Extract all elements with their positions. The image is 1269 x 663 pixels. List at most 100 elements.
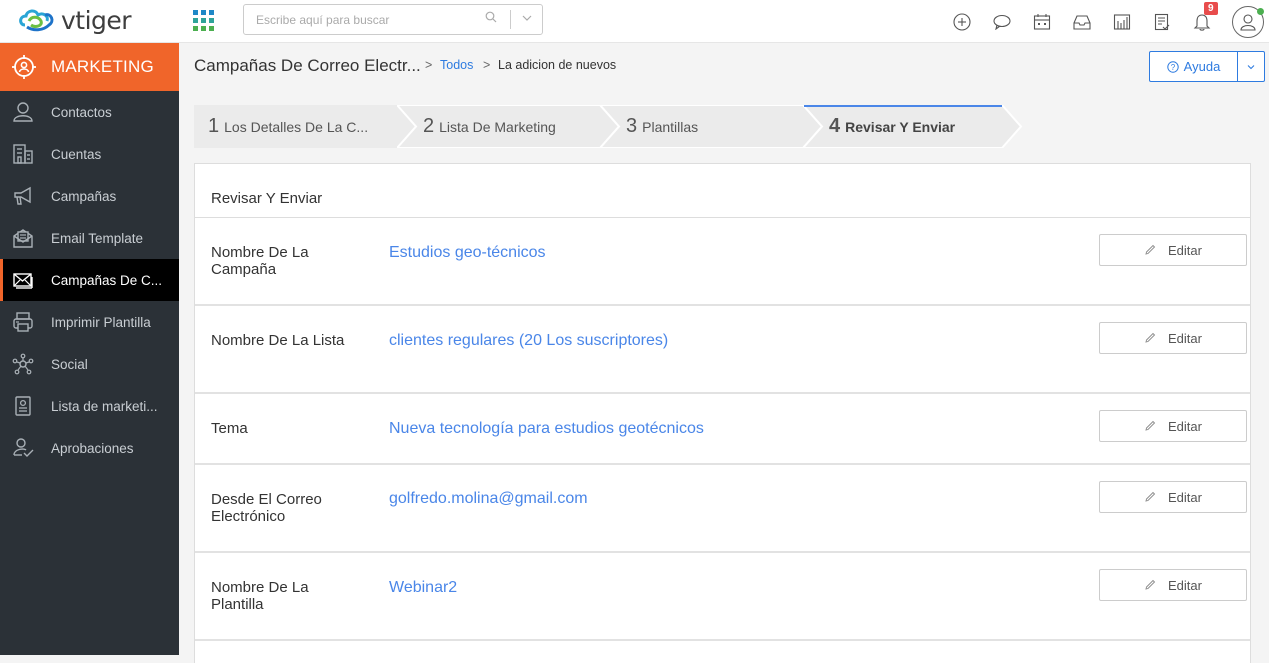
- calendar-icon[interactable]: [1022, 2, 1062, 42]
- notification-count-badge: 9: [1204, 1, 1218, 15]
- global-search: [243, 4, 543, 35]
- field-value-link[interactable]: golfredo.molina@gmail.com: [389, 490, 588, 507]
- user-avatar-icon: [1240, 13, 1256, 31]
- field-label: Nombre De La Campaña: [211, 244, 309, 278]
- field-value-link[interactable]: Estudios geo-técnicos: [389, 244, 546, 261]
- pencil-icon: [1145, 244, 1156, 255]
- review-row-from-email: Desde El Correo Electrónico golfredo.mol…: [195, 465, 1250, 553]
- step-number: 3: [626, 115, 638, 137]
- search-icon[interactable]: [485, 11, 497, 26]
- top-bar: vtiger Escribe aquí para buscar 9: [0, 0, 1269, 43]
- step-4-review-send[interactable]: 4 Revisar Y Enviar: [803, 105, 1025, 148]
- reports-icon[interactable]: [1102, 2, 1142, 42]
- sidebar-item-label: Contactos: [51, 104, 112, 120]
- search-input[interactable]: [244, 5, 480, 34]
- step-2-marketing-list[interactable]: 2 Lista De Marketing: [397, 105, 619, 148]
- pencil-icon: [1145, 420, 1156, 431]
- review-card: Revisar Y Enviar Nombre De La Campaña Es…: [194, 163, 1251, 663]
- step-label: Lista De Marketing: [439, 119, 556, 135]
- review-row-template-name: Nombre De La Plantilla Webinar2 Editar: [195, 553, 1250, 641]
- field-value-link[interactable]: Nueva tecnología para estudios geotécnic…: [389, 420, 704, 437]
- pencil-icon: [1145, 579, 1156, 590]
- top-actions: 9: [942, 0, 1269, 43]
- sidebar-item-label: Imprimir Plantilla: [51, 314, 151, 330]
- sidebar-item-label: Cuentas: [51, 146, 102, 162]
- sidebar-item-label: Aprobaciones: [51, 440, 134, 456]
- edit-label: Editar: [1168, 489, 1202, 505]
- sidebar-item-label: Lista de marketi...: [51, 398, 158, 414]
- search-divider: [510, 10, 511, 29]
- sidebar-item-email-template[interactable]: Email Template: [0, 217, 179, 259]
- email-template-icon: [11, 226, 35, 250]
- sidebar-item-social[interactable]: Social: [0, 343, 179, 385]
- page-header: Campañas De Correo Electr... > Todos > L…: [179, 43, 1269, 89]
- printer-icon: [11, 310, 35, 334]
- sidebar-item-label: Campañas De C...: [51, 272, 163, 288]
- field-label: Desde El Correo Electrónico: [211, 491, 322, 525]
- module-header-marketing[interactable]: MARKETING: [0, 43, 179, 91]
- quick-create-plus-icon[interactable]: [942, 2, 982, 42]
- envelope-icon: [11, 268, 35, 292]
- review-row-campaign-name: Nombre De La Campaña Estudios geo-técnic…: [195, 218, 1250, 306]
- inbox-icon[interactable]: [1062, 2, 1102, 42]
- chat-icon[interactable]: [982, 2, 1022, 42]
- sidebar-item-campanas[interactable]: Campañas: [0, 175, 179, 217]
- network-icon: [11, 352, 35, 376]
- breadcrumb-current: La adicion de nuevos: [498, 58, 617, 72]
- edit-button[interactable]: Editar: [1099, 410, 1247, 442]
- online-status-dot: [1257, 7, 1264, 15]
- step-3-templates[interactable]: 3 Plantillas: [600, 105, 822, 148]
- user-icon: [11, 100, 35, 124]
- marketing-target-icon: [12, 55, 36, 79]
- step-number: 4: [829, 115, 841, 137]
- tasks-icon[interactable]: [1142, 2, 1182, 42]
- pencil-icon: [1145, 332, 1156, 343]
- sidebar-item-label: Email Template: [51, 230, 144, 246]
- field-value-link[interactable]: clientes regulares (20 Los suscriptores): [389, 332, 668, 349]
- search-options-chevron-icon[interactable]: [520, 11, 534, 25]
- megaphone-icon: [11, 184, 35, 208]
- sidebar-item-aprobaciones[interactable]: Aprobaciones: [0, 427, 179, 469]
- help-button[interactable]: ? Ayuda: [1149, 51, 1238, 82]
- help-question-icon: ?: [1166, 60, 1179, 73]
- sidebar-item-label: Social: [51, 356, 88, 372]
- breadcrumb-chevron-icon: >: [425, 58, 433, 72]
- field-value-link[interactable]: Webinar2: [389, 579, 457, 596]
- vtiger-cloud-icon: [19, 9, 54, 32]
- user-avatar[interactable]: [1232, 5, 1264, 38]
- logo-text: vtiger: [61, 5, 132, 35]
- page-title[interactable]: Campañas De Correo Electr...: [194, 56, 421, 76]
- user-check-icon: [11, 436, 35, 460]
- step-label: Los Detalles De La C...: [224, 119, 369, 135]
- step-label: Revisar Y Enviar: [845, 119, 956, 135]
- apps-menu-icon[interactable]: [193, 10, 214, 31]
- field-label: Tema: [211, 420, 248, 437]
- sidebar-item-cuentas[interactable]: Cuentas: [0, 133, 179, 175]
- edit-button[interactable]: Editar: [1099, 322, 1247, 354]
- notifications-bell-icon[interactable]: 9: [1182, 1, 1222, 42]
- step-label: Plantillas: [642, 119, 699, 135]
- sidebar: MARKETING Contactos Cuentas Campañas Ema…: [0, 43, 179, 655]
- building-icon: [11, 142, 35, 166]
- wizard-steps: 1 Los Detalles De La C... 2 Lista De Marke…: [194, 105, 1024, 148]
- help-dropdown-chevron-icon[interactable]: [1237, 51, 1265, 82]
- vtiger-logo[interactable]: vtiger: [17, 4, 132, 36]
- step-number: 2: [423, 115, 435, 137]
- sidebar-item-imprimir-plantilla[interactable]: Imprimir Plantilla: [0, 301, 179, 343]
- review-title: Revisar Y Enviar: [195, 164, 1250, 218]
- edit-button[interactable]: Editar: [1099, 569, 1247, 601]
- help-label: Ayuda: [1183, 59, 1221, 74]
- breadcrumb-chevron-icon: >: [483, 58, 491, 72]
- breadcrumb-todos-link[interactable]: Todos: [440, 58, 473, 72]
- step-number: 1: [208, 115, 220, 137]
- pencil-icon: [1145, 491, 1156, 502]
- step-1-details[interactable]: 1 Los Detalles De La C...: [194, 105, 416, 148]
- sidebar-item-campanas-de-correo[interactable]: Campañas De C...: [0, 259, 179, 301]
- edit-label: Editar: [1168, 242, 1202, 258]
- sidebar-item-lista-de-marketing[interactable]: Lista de marketi...: [0, 385, 179, 427]
- module-label: MARKETING: [51, 57, 154, 76]
- edit-button[interactable]: Editar: [1099, 234, 1247, 266]
- main-content: Campañas De Correo Electr... > Todos > L…: [179, 43, 1269, 663]
- sidebar-item-contactos[interactable]: Contactos: [0, 91, 179, 133]
- edit-button[interactable]: Editar: [1099, 481, 1247, 513]
